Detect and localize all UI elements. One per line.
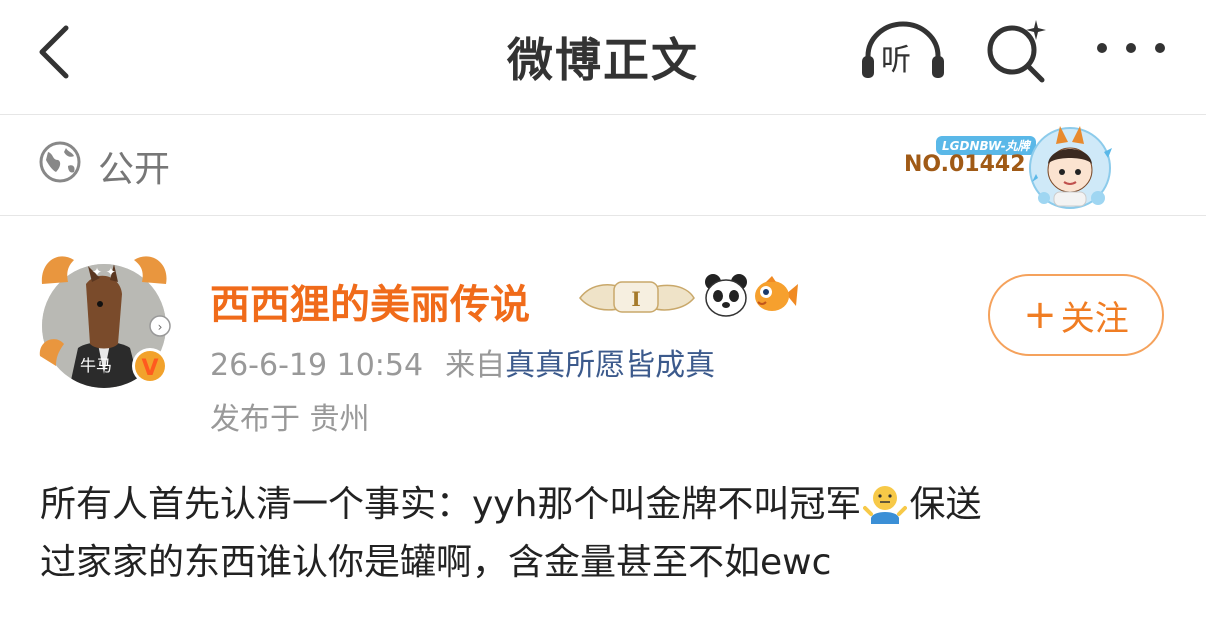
top-bar: 微博正文 听 xyxy=(0,0,1206,115)
svg-text:V: V xyxy=(141,356,158,381)
wings-medal-icon: I xyxy=(579,281,695,313)
source-link[interactable]: 真真所愿皆成真 xyxy=(505,348,715,383)
post-content: 所有人首先认清一个事实：yyh那个叫金牌不叫冠军 保送 过家家的东西谁认你是罐啊… xyxy=(40,476,1170,592)
post-line-2: 过家家的东西谁认你是罐啊，含金量甚至不如ewc xyxy=(40,542,832,583)
panda-icon xyxy=(705,274,747,317)
username[interactable]: 西西狸的美丽传说 xyxy=(210,272,530,330)
post-text-1b: 保送 xyxy=(909,484,982,525)
avatar-caption: 牛马 xyxy=(80,356,113,375)
post-time: 26-6-19 10:54 xyxy=(210,348,424,383)
visibility-row: 公开 LGDNBW-丸牌 NO.01442 xyxy=(0,116,1206,216)
source-prefix: 来自 xyxy=(445,348,506,383)
plus-icon: + xyxy=(1023,292,1057,338)
follow-button[interactable]: + 关注 xyxy=(988,274,1164,356)
orange-fish-icon xyxy=(755,276,798,311)
badge-number: NO.01442 xyxy=(904,152,1026,177)
shrug-emoji-icon xyxy=(863,486,908,524)
post-text-1a: 所有人首先认清一个事实：yyh那个叫金牌不叫冠军 xyxy=(40,484,862,525)
search-sparkle-icon[interactable] xyxy=(980,14,1052,86)
svg-text:I: I xyxy=(631,287,640,311)
post-location: 发布于 贵州 xyxy=(210,402,370,437)
listen-label: 听 xyxy=(881,43,911,78)
post-line-1: 所有人首先认清一个事实：yyh那个叫金牌不叫冠军 保送 xyxy=(40,476,1170,534)
post-meta: 26-6-19 10:54 来自真真所愿皆成真 xyxy=(210,340,715,384)
svg-text:›: › xyxy=(158,320,163,334)
globe-icon xyxy=(39,141,81,183)
visibility-label: 公开 xyxy=(98,149,171,190)
follow-label: 关注 xyxy=(1060,298,1129,339)
svg-text:✦ ✦: ✦ ✦ xyxy=(92,265,116,279)
badge-cartoon-icon xyxy=(1029,126,1112,209)
more-options-icon[interactable] xyxy=(1092,38,1170,58)
fan-badge[interactable]: LGDNBW-丸牌 NO.01442 xyxy=(900,116,1130,214)
